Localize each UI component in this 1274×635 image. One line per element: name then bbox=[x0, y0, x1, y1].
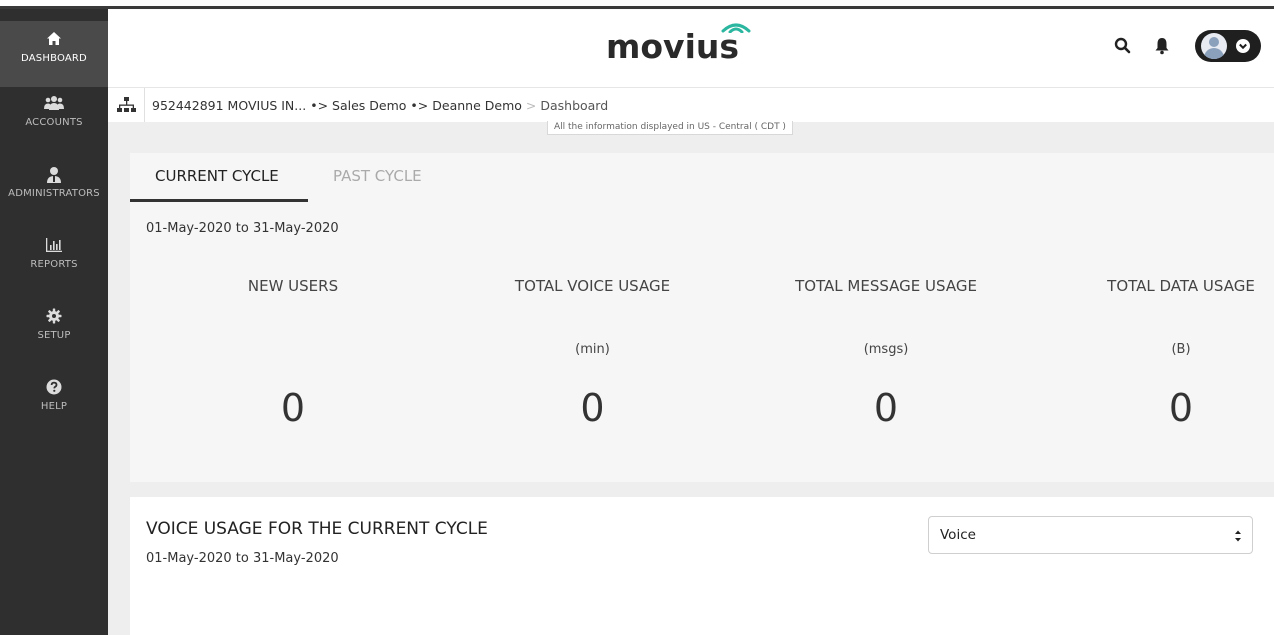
breadcrumb-deanne-demo[interactable]: Deanne Demo bbox=[432, 98, 522, 113]
stat-title-data-usage: TOTAL DATA USAGE bbox=[1107, 277, 1255, 295]
sidebar-item-setup[interactable]: SETUP bbox=[0, 308, 108, 368]
breadcrumb-bar: 952442891 MOVIUS IN... •> Sales Demo •> … bbox=[108, 87, 1274, 122]
stat-value-voice-usage: 0 bbox=[580, 386, 605, 430]
sidebar-item-label: SETUP bbox=[37, 330, 71, 341]
avatar bbox=[1201, 33, 1227, 59]
usage-type-selected-value: Voice bbox=[940, 527, 976, 543]
sidebar-item-administrators[interactable]: ADMINISTRATORS bbox=[0, 166, 108, 226]
stat-value-message-usage: 0 bbox=[873, 386, 899, 430]
tab-current-cycle[interactable]: CURRENT CYCLE bbox=[155, 167, 279, 185]
select-arrows-icon bbox=[1235, 530, 1241, 542]
stat-unit-data: (B) bbox=[1171, 342, 1191, 357]
voice-usage-date-range: 01-May-2020 to 31-May-2020 bbox=[146, 551, 339, 566]
sidebar-item-label: ADMINISTRATORS bbox=[8, 188, 100, 199]
sidebar-item-help[interactable]: HELP bbox=[0, 379, 108, 439]
breadcrumb: 952442891 MOVIUS IN... •> Sales Demo •> … bbox=[152, 98, 608, 113]
bell-icon[interactable] bbox=[1153, 36, 1171, 56]
sidebar-item-dashboard[interactable]: DASHBOARD bbox=[0, 21, 108, 87]
sidebar-item-label: ACCOUNTS bbox=[25, 117, 83, 128]
cycle-date-range: 01-May-2020 to 31-May-2020 bbox=[146, 221, 339, 236]
breadcrumb-dashboard: Dashboard bbox=[540, 98, 609, 113]
stat-title-voice-usage: TOTAL VOICE USAGE bbox=[514, 277, 671, 295]
sidebar-item-accounts[interactable]: ACCOUNTS bbox=[0, 95, 108, 155]
sidebar-item-label: REPORTS bbox=[30, 259, 78, 270]
stat-unit-message: (msgs) bbox=[863, 342, 909, 357]
users-icon bbox=[0, 95, 108, 117]
sidebar-item-reports[interactable]: REPORTS bbox=[0, 237, 108, 297]
hierarchy-tree-icon[interactable] bbox=[108, 88, 145, 122]
app-header: movius bbox=[108, 9, 1274, 87]
stat-title-new-users: NEW USERS bbox=[247, 277, 339, 295]
breadcrumb-separator: > bbox=[525, 98, 537, 113]
user-menu-button[interactable] bbox=[1195, 30, 1261, 62]
search-icon[interactable] bbox=[1113, 36, 1133, 56]
bar-chart-icon bbox=[0, 237, 108, 259]
chevron-down-icon bbox=[1236, 39, 1250, 53]
stat-value-new-users: 0 bbox=[280, 386, 306, 430]
home-icon bbox=[0, 31, 108, 53]
sidebar: DASHBOARD ACCOUNTS ADMINISTRATORS REPORT… bbox=[0, 9, 108, 635]
stat-value-data-usage: 0 bbox=[1168, 386, 1194, 430]
breadcrumb-sales-demo[interactable]: Sales Demo bbox=[332, 98, 406, 113]
breadcrumb-separator: •> bbox=[310, 98, 329, 113]
gear-icon bbox=[0, 308, 108, 330]
breadcrumb-account[interactable]: 952442891 MOVIUS IN... bbox=[152, 98, 306, 113]
cycle-summary-card bbox=[130, 153, 1274, 482]
sidebar-item-label: DASHBOARD bbox=[21, 53, 87, 64]
sidebar-item-label: HELP bbox=[40, 401, 68, 412]
timezone-note: All the information displayed in US - Ce… bbox=[547, 121, 793, 135]
tab-past-cycle[interactable]: PAST CYCLE bbox=[333, 167, 422, 185]
usage-type-select[interactable]: Voice bbox=[928, 516, 1253, 554]
question-icon bbox=[0, 379, 108, 401]
top-strip bbox=[0, 0, 1274, 10]
stat-title-message-usage: TOTAL MESSAGE USAGE bbox=[795, 277, 977, 295]
voice-usage-title: VOICE USAGE FOR THE CURRENT CYCLE bbox=[146, 519, 488, 539]
admin-icon bbox=[0, 166, 108, 188]
stat-unit-voice: (min) bbox=[575, 342, 610, 357]
logo-wave-icon bbox=[721, 23, 751, 33]
active-tab-indicator bbox=[130, 199, 308, 202]
breadcrumb-separator: •> bbox=[410, 98, 429, 113]
